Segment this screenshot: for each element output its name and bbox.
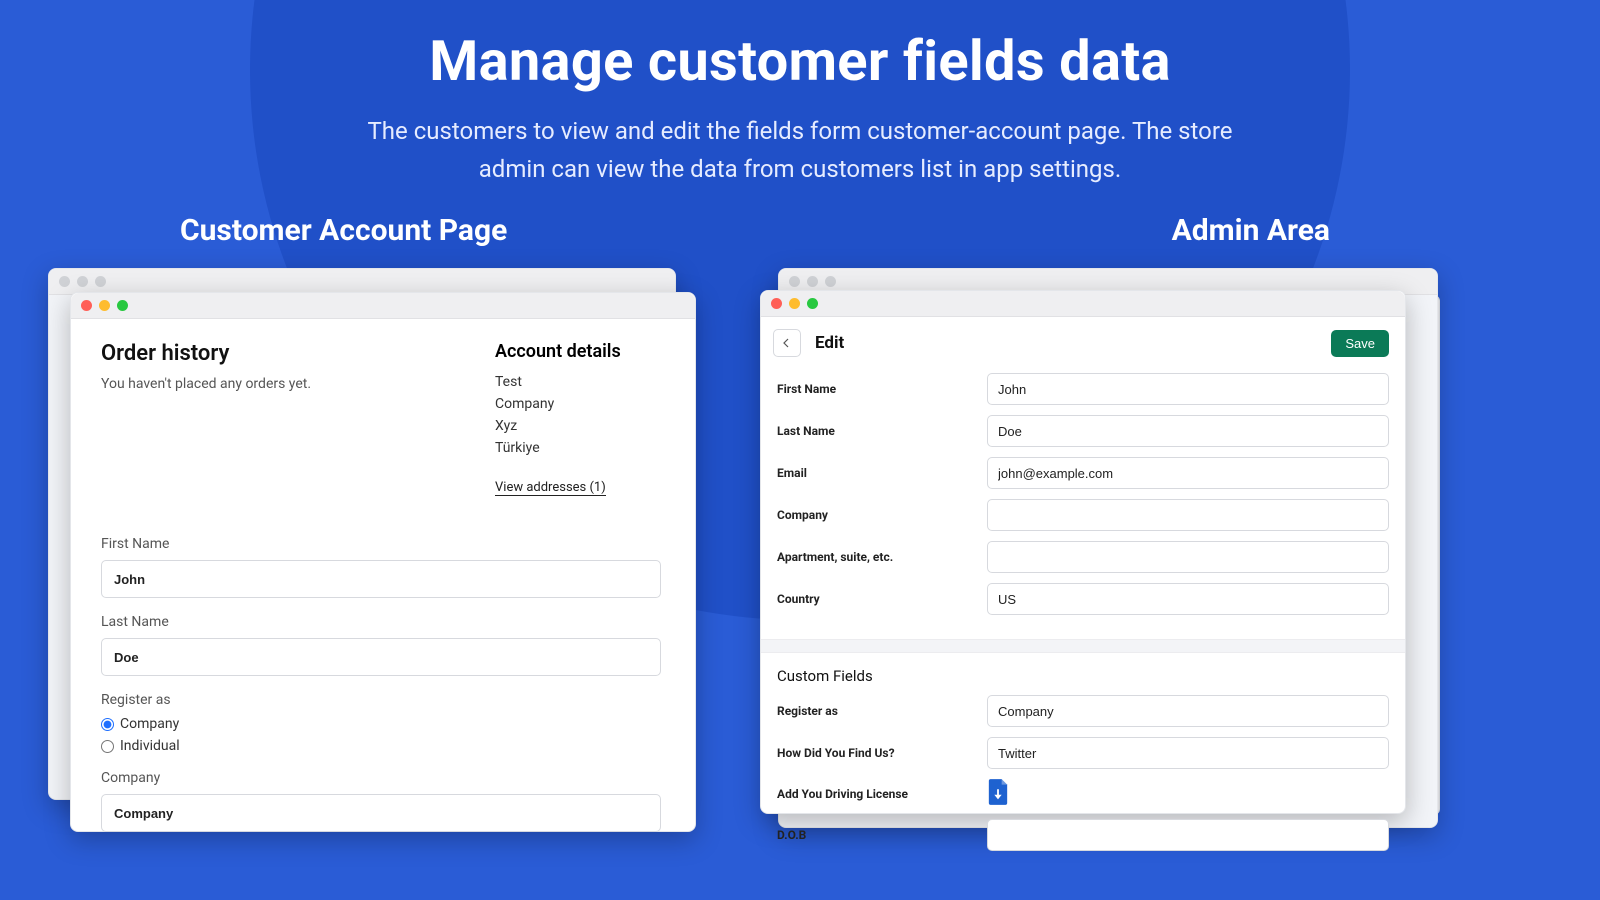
window-zoom-icon[interactable]: [117, 300, 128, 311]
radio-company[interactable]: [101, 718, 114, 731]
admin-how-find-input[interactable]: [987, 737, 1389, 769]
admin-dob-input[interactable]: [987, 819, 1389, 851]
account-line-name: Test: [495, 374, 665, 390]
file-download-icon[interactable]: [987, 779, 1009, 805]
window-titlebar: [761, 291, 1405, 317]
label-country: Country: [777, 592, 987, 606]
admin-apartment-input[interactable]: [987, 541, 1389, 573]
admin-last-name-input[interactable]: [987, 415, 1389, 447]
radio-individual[interactable]: [101, 740, 114, 753]
account-line-street: Xyz: [495, 418, 665, 434]
admin-email-input[interactable]: [987, 457, 1389, 489]
label-how-find: How Did You Find Us?: [777, 746, 987, 760]
admin-country-input[interactable]: [987, 583, 1389, 615]
label-first-name: First Name: [777, 382, 987, 396]
label-first-name: First Name: [101, 536, 665, 552]
first-name-input[interactable]: [101, 560, 661, 598]
view-addresses-link[interactable]: View addresses (1): [495, 480, 606, 496]
window-minimize-icon[interactable]: [99, 300, 110, 311]
arrow-left-icon: [781, 337, 793, 349]
label-register-as: Register as: [101, 692, 665, 708]
section-title-customer: Customer Account Page: [180, 213, 507, 248]
back-button[interactable]: [773, 329, 801, 357]
account-line-company: Company: [495, 396, 665, 412]
window-close-icon[interactable]: [771, 298, 782, 309]
radio-individual-label: Individual: [120, 738, 180, 754]
company-input[interactable]: [101, 794, 661, 832]
page-headline: Manage customer fields data: [0, 0, 1600, 94]
label-apartment: Apartment, suite, etc.: [777, 550, 987, 564]
label-last-name: Last Name: [777, 424, 987, 438]
customer-window: Order history You haven't placed any ord…: [70, 292, 696, 832]
admin-window: Edit Save First Name Last Name Email Com…: [760, 290, 1406, 814]
window-minimize-icon[interactable]: [789, 298, 800, 309]
label-company: Company: [777, 508, 987, 522]
label-register-as: Register as: [777, 704, 987, 718]
label-email: Email: [777, 466, 987, 480]
window-close-icon[interactable]: [81, 300, 92, 311]
section-title-admin: Admin Area: [1172, 213, 1330, 248]
label-company: Company: [101, 770, 665, 786]
window-titlebar: [71, 293, 695, 319]
page-subhead: The customers to view and edit the field…: [340, 112, 1260, 189]
admin-register-as-input[interactable]: [987, 695, 1389, 727]
admin-first-name-input[interactable]: [987, 373, 1389, 405]
order-history-title: Order history: [101, 341, 465, 366]
save-button[interactable]: Save: [1331, 330, 1389, 357]
window-zoom-icon[interactable]: [807, 298, 818, 309]
section-divider: [761, 639, 1405, 653]
admin-page-title: Edit: [815, 333, 844, 353]
admin-company-input[interactable]: [987, 499, 1389, 531]
account-details-title: Account details: [495, 341, 665, 362]
radio-company-label: Company: [120, 716, 179, 732]
label-driving-license: Add You Driving License: [777, 787, 987, 801]
label-last-name: Last Name: [101, 614, 665, 630]
account-line-country: Türkiye: [495, 440, 665, 456]
label-dob: D.O.B: [777, 828, 987, 842]
custom-fields-title: Custom Fields: [761, 653, 1405, 691]
order-history-empty: You haven't placed any orders yet.: [101, 376, 465, 392]
last-name-input[interactable]: [101, 638, 661, 676]
